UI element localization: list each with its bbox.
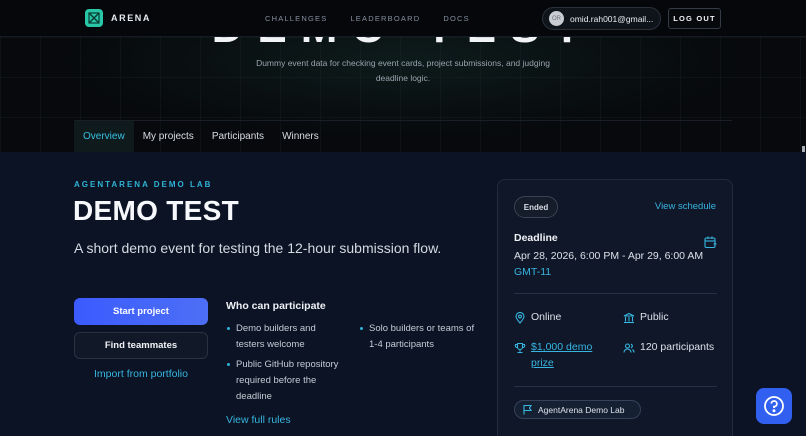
tab-my-projects[interactable]: My projects xyxy=(134,121,203,152)
page-title: DEMO TEST xyxy=(73,195,240,226)
deadline-label: Deadline xyxy=(514,232,558,244)
help-button[interactable] xyxy=(756,388,792,424)
participants-count: 120 participants xyxy=(640,341,715,353)
tab-overview[interactable]: Overview xyxy=(74,121,134,152)
deadline-text: Apr 28, 2026, 6:00 PM - Apr 29, 6:00 AM … xyxy=(514,248,714,280)
users-icon xyxy=(623,341,635,353)
hero-description: Dummy event data for checking event card… xyxy=(256,58,550,83)
who-can-participate-heading: Who can participate xyxy=(226,300,326,312)
organizer-chip[interactable]: AgentArena Demo Lab xyxy=(514,400,641,419)
map-pin-icon xyxy=(514,311,526,324)
organizer-name: AgentArena Demo Lab xyxy=(538,404,625,415)
find-teammates-button[interactable]: Find teammates xyxy=(74,332,208,359)
list-item: Demo builders and testers welcome xyxy=(226,321,336,353)
logout-button[interactable]: LOG OUT xyxy=(668,8,721,29)
tab-participants[interactable]: Participants xyxy=(203,121,273,152)
nav-link-challenges[interactable]: CHALLENGES xyxy=(265,14,327,23)
list-item: Solo builders or teams of 1-4 participan… xyxy=(359,321,481,353)
visibility-text: Public xyxy=(640,311,669,323)
trophy-icon xyxy=(514,341,526,354)
divider xyxy=(514,293,717,294)
event-tabs: Overview My projects Participants Winner… xyxy=(74,120,732,152)
nav-link-leaderboard[interactable]: LEADERBOARD xyxy=(350,14,420,23)
nav-links: CHALLENGES LEADERBOARD DOCS xyxy=(265,14,470,23)
divider xyxy=(514,386,717,387)
location-text: Online xyxy=(531,311,562,323)
start-project-button[interactable]: Start project xyxy=(74,298,208,325)
tab-winners[interactable]: Winners xyxy=(273,121,328,152)
scroll-edge-marker xyxy=(802,146,805,152)
organizer-eyebrow: AGENTARENA DEMO LAB xyxy=(74,180,213,189)
account-email: omid.rah001@gmail... xyxy=(570,13,654,24)
help-icon xyxy=(763,395,785,417)
view-schedule-link[interactable]: View schedule xyxy=(655,201,716,212)
view-rules-link[interactable]: View full rules xyxy=(226,414,291,426)
timezone-label[interactable]: GMT-11 xyxy=(514,266,551,278)
building-icon xyxy=(623,311,635,324)
hero-title: DEMO TEST xyxy=(0,37,806,53)
arena-logo-icon xyxy=(85,9,103,27)
brand-name: ARENA xyxy=(111,13,152,23)
prize-link[interactable]: $1,000 demo prize xyxy=(531,339,601,371)
list-item: Public GitHub repository required before… xyxy=(226,357,351,405)
brand-logo[interactable]: ARENA xyxy=(85,9,151,27)
top-navbar: ARENA CHALLENGES LEADERBOARD DOCS OR omi… xyxy=(0,0,806,37)
avatar: OR xyxy=(549,11,564,26)
deadline-range: Apr 28, 2026, 6:00 PM - Apr 29, 6:00 AM xyxy=(514,250,704,262)
nav-link-docs[interactable]: DOCS xyxy=(443,14,469,23)
hero-banner: DEMO TEST Dummy event data for checking … xyxy=(0,37,806,152)
account-menu[interactable]: OR omid.rah001@gmail... xyxy=(542,7,661,30)
flag-icon xyxy=(522,404,533,415)
event-info-card: Ended View schedule Deadline Apr 28, 202… xyxy=(497,179,733,436)
status-badge: Ended xyxy=(514,196,558,218)
event-subtitle: A short demo event for testing the 12-ho… xyxy=(74,240,442,256)
import-portfolio-link[interactable]: Import from portfolio xyxy=(74,368,208,380)
